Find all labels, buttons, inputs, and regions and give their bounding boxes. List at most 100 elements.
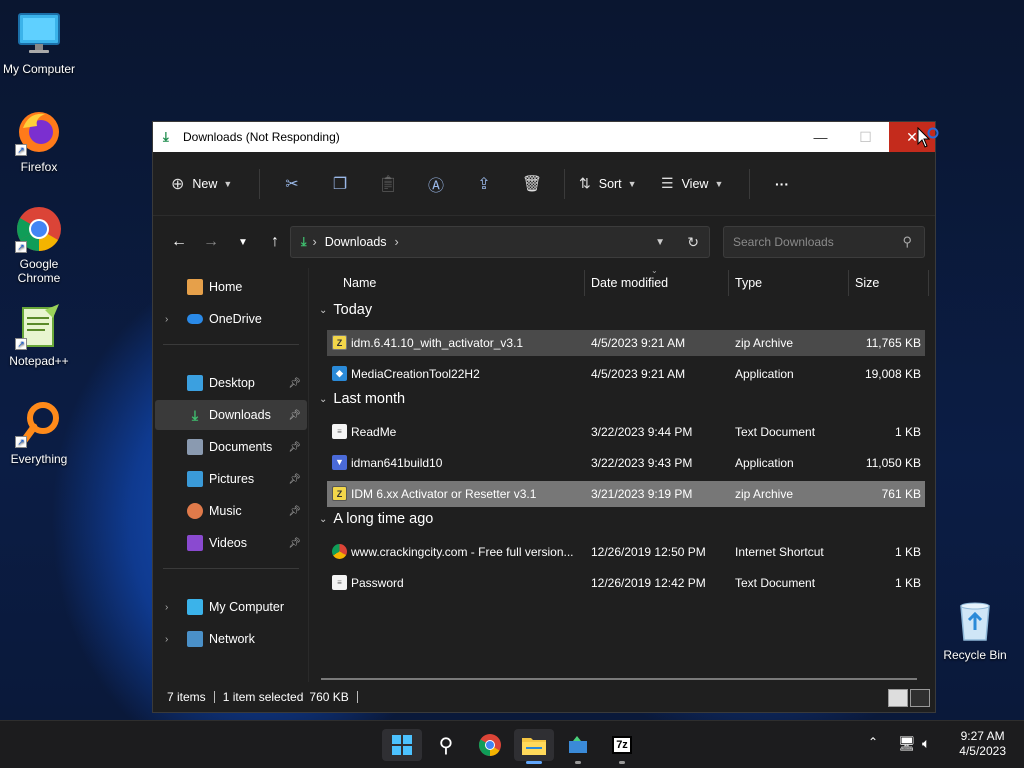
file-size: 1 KB [894,545,921,559]
file-row[interactable]: ◆ MediaCreationTool22H2 4/5/2023 9:21 AM… [327,361,925,387]
pictures-folder-icon [187,471,203,487]
desktop-icon-firefox[interactable]: ↗ Firefox [1,108,77,174]
horizontal-scrollbar[interactable] [321,678,917,680]
running-app-indicator [619,761,625,764]
show-hidden-icons-chevron[interactable]: ⌃ [868,735,878,749]
sidebar-item-my-computer[interactable]: › My Computer [155,592,307,622]
expand-chevron-icon[interactable]: › [165,314,179,325]
search-input[interactable]: Search Downloads ⚲ [723,226,925,258]
sidebar-item-network[interactable]: › Network [155,624,307,654]
sidebar-divider [163,344,299,345]
file-row[interactable]: ≡ ReadMe 3/22/2023 9:44 PM Text Document… [327,419,925,445]
start-icon[interactable] [382,729,422,761]
desktop-icon-my-computer[interactable]: My Computer [1,10,77,76]
active-app-indicator [526,761,542,764]
tiles-view-icon[interactable] [910,689,930,707]
pin-icon[interactable]: 📌︎ [288,474,301,485]
address-dropdown-icon[interactable]: ▼ [655,237,665,248]
breadcrumb-separator-icon: › [394,235,399,249]
downloads-folder-icon: ⤓ [191,407,199,423]
more-options-icon[interactable]: ··· [758,168,806,200]
expand-chevron-icon[interactable]: › [165,602,179,613]
file-type: Internet Shortcut [735,545,824,559]
column-divider[interactable] [848,270,849,296]
collapse-chevron-icon: ⌄ [319,513,328,525]
minimize-button[interactable]: — [798,122,843,152]
title-bar[interactable]: ⤓ Downloads (Not Responding) — ☐ ✕ [153,122,935,152]
sidebar-item-desktop[interactable]: Desktop 📌︎ [155,368,307,398]
breadcrumb-downloads[interactable]: Downloads [325,235,387,249]
copy-icon[interactable]: ❐ [316,168,364,200]
home-icon [187,279,203,295]
file-row[interactable]: ▼ idman641build10 3/22/2023 9:43 PM Appl… [327,450,925,476]
address-bar[interactable]: ⤓ › Downloads › ▼ ↻ [290,226,710,258]
desktop-icon-chrome[interactable]: ↗ Google Chrome [1,205,77,285]
file-explorer-icon[interactable] [514,729,554,764]
view-button[interactable]: ☰ View ▼ [653,168,741,200]
group-header-today[interactable]: ⌄ Today [319,302,372,318]
app-icon[interactable] [558,729,598,764]
column-divider[interactable] [728,270,729,296]
navigation-bar: ← → ▼ ↑ ⤓ › Downloads › ▼ ↻ Search Downl… [153,216,935,268]
sidebar-item-downloads[interactable]: ⤓ Downloads 📌︎ [155,400,307,430]
delete-icon[interactable]: 🗑︎ [508,168,556,200]
back-arrow-icon[interactable]: ← [163,233,195,251]
column-divider[interactable] [928,270,929,296]
up-arrow-icon[interactable]: ↑ [259,233,291,251]
pin-icon[interactable]: 📌︎ [288,442,301,453]
status-bar: 7 items 1 item selected 760 KB [153,682,935,712]
zip-icon: Z [332,335,347,350]
network-status-icon[interactable]: 🖥︎ [898,735,916,752]
file-row[interactable]: www.crackingcity.com - Free full version… [327,539,925,565]
group-header-last-month[interactable]: ⌄ Last month [319,391,405,407]
new-button[interactable]: ⊕ New ▼ [171,168,251,200]
sidebar-item-home[interactable]: Home [155,272,307,302]
file-name: idman641build10 [351,456,443,470]
sidebar-item-music[interactable]: Music 📌︎ [155,496,307,526]
file-size: 11,050 KB [865,456,921,470]
recent-locations-chevron-icon[interactable]: ▼ [227,237,259,248]
column-divider[interactable] [584,270,585,296]
chevron-down-icon: ▼ [627,178,637,189]
desktop-icon-label: Google Chrome [17,257,61,285]
search-icon[interactable]: ⚲ [426,729,466,761]
maximize-button[interactable]: ☐ [843,122,888,152]
forward-arrow-icon[interactable]: → [195,233,227,251]
sort-button[interactable]: ⇅ Sort ▼ [573,168,653,200]
taskbar: ⚲ 7z ⌃ 🖥︎ 🔈︎ 9:27 AM 4/5/2023 [0,720,1024,768]
column-header-size[interactable]: Size [855,268,879,298]
chrome-icon[interactable] [470,729,510,761]
file-row[interactable]: Z idm.6.41.10_with_activator_v3.1 4/5/20… [327,330,925,356]
text-file-icon: ≡ [332,575,347,590]
desktop-icon-everything[interactable]: ↗ Everything [1,400,77,466]
pin-icon[interactable]: 📌︎ [288,410,301,421]
7zip-icon[interactable]: 7z [602,729,642,764]
share-icon[interactable]: ⇪ [460,168,508,200]
sidebar-item-videos[interactable]: Videos 📌︎ [155,528,307,558]
file-row[interactable]: ≡ Password 12/26/2019 12:42 PM Text Docu… [327,570,925,596]
cut-icon[interactable]: ✂ [268,168,316,200]
volume-icon[interactable]: 🔈︎ [922,735,930,752]
sidebar-item-onedrive[interactable]: › OneDrive [155,304,307,334]
column-header-type[interactable]: Type [735,268,762,298]
sidebar-item-documents[interactable]: Documents 📌︎ [155,432,307,462]
group-header-long-time-ago[interactable]: ⌄ A long time ago [319,511,433,527]
file-date: 12/26/2019 12:50 PM [591,545,706,559]
paste-icon[interactable]: 📋︎ [364,168,412,200]
details-view-icon[interactable] [888,689,908,707]
column-header-name[interactable]: Name [343,268,376,298]
pin-icon[interactable]: 📌︎ [288,506,301,517]
file-size: 1 KB [894,425,921,439]
desktop-icon-notepadpp[interactable]: ↗ Notepad++ [1,302,77,368]
pin-icon[interactable]: 📌︎ [288,378,301,389]
desktop-icon-recycle-bin[interactable]: Recycle Bin [937,596,1013,662]
rename-icon[interactable]: Ⓐ [412,168,460,200]
system-clock[interactable]: 9:27 AM 4/5/2023 [959,729,1006,759]
sort-label: Sort [598,176,622,191]
file-row[interactable]: Z IDM 6.xx Activator or Resetter v3.1 3/… [327,481,925,507]
pin-icon[interactable]: 📌︎ [288,538,301,549]
refresh-icon[interactable]: ↻ [687,234,699,251]
file-date: 4/5/2023 9:21 AM [591,367,686,381]
expand-chevron-icon[interactable]: › [165,634,179,645]
sidebar-item-pictures[interactable]: Pictures 📌︎ [155,464,307,494]
